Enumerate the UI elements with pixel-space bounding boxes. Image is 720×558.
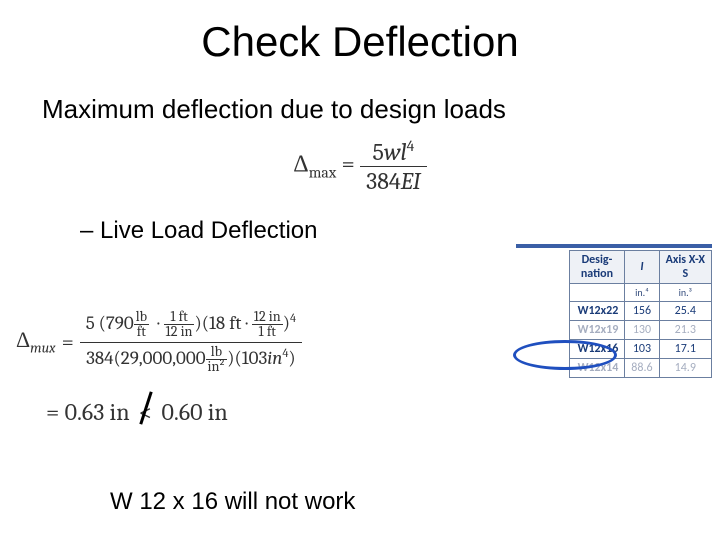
conclusion-text: W 12 x 16 will not work: [110, 488, 355, 516]
den-coeff: 384: [366, 167, 401, 195]
item-heading-live-load: – Live Load Deflection: [80, 217, 720, 245]
th-S: Axis X-X S: [659, 251, 711, 284]
den-var: EI: [401, 167, 421, 195]
computed-deflection: 0.63 in: [65, 398, 130, 426]
table-body: W12x2215625.4W12x1913021.3W12x1610317.1W…: [569, 302, 711, 378]
page-title: Check Deflection: [0, 18, 720, 66]
result-comparison: = 0.63 in < 0.60 in: [46, 398, 516, 426]
cell-designation: W12x14: [569, 359, 625, 378]
unit-blank: [569, 284, 625, 302]
cell-I: 88.6: [625, 359, 659, 378]
load-value: 790: [106, 312, 134, 334]
I-unit: in: [267, 347, 282, 369]
allowable-deflection: 0.60 in: [161, 398, 227, 426]
conv2-den: 1 ft: [252, 325, 283, 339]
moment-I: 103: [242, 347, 267, 369]
calc-delta-sub: mux: [30, 340, 55, 357]
cell-S: 21.3: [659, 321, 711, 340]
conv1-den: 12 in: [164, 325, 195, 339]
cell-S: 17.1: [659, 340, 711, 359]
unit-S: in.³: [659, 284, 711, 302]
section-properties-table: Desig- nation I Axis X-X S in.⁴ in.³ W12…: [569, 250, 712, 378]
table-top-accent: [516, 244, 712, 248]
th-I: I: [625, 251, 659, 284]
cell-I: 156: [625, 302, 659, 321]
num-exp: 4: [407, 137, 415, 155]
cell-I: 103: [625, 340, 659, 359]
table-row: W12x1610317.1: [569, 340, 711, 359]
num-coeff: 5: [373, 138, 384, 166]
deflection-calculation: Δmux = 5 (790lbft · 1 ft12 in)(18 ft · 1…: [16, 308, 516, 426]
cell-S: 14.9: [659, 359, 711, 378]
cell-I: 130: [625, 321, 659, 340]
th-designation: Desig- nation: [569, 251, 625, 284]
equals-sign: =: [342, 150, 361, 178]
delta-subscript: max: [309, 164, 337, 182]
unit-I: in.⁴: [625, 284, 659, 302]
cell-designation: W12x16: [569, 340, 625, 359]
span-value: 18 ft: [209, 312, 241, 334]
cell-designation: W12x19: [569, 321, 625, 340]
cell-S: 25.4: [659, 302, 711, 321]
I-exp: 4: [282, 346, 288, 360]
table-row: W12x2215625.4: [569, 302, 711, 321]
formula-max-deflection: Δmax = 5wl4 384EI: [0, 137, 720, 195]
E-unit-den: in²: [206, 360, 228, 374]
calc-num-coeff: 5: [86, 312, 95, 334]
calc-equals: =: [62, 329, 74, 355]
calc-delta: Δ: [16, 327, 30, 353]
delta-symbol: Δ: [293, 150, 308, 178]
not-less-than-icon: <: [135, 398, 156, 426]
table-row: W12x1913021.3: [569, 321, 711, 340]
table-row: W12x1488.614.9: [569, 359, 711, 378]
modulus-E: 29,000,000: [121, 347, 206, 369]
calc-den-coeff: 384: [86, 347, 113, 369]
load-unit-den: ft: [134, 325, 149, 339]
subtitle: Maximum deflection due to design loads: [42, 94, 720, 125]
num-var: wl: [384, 138, 407, 166]
cell-designation: W12x22: [569, 302, 625, 321]
span-exp: 4: [290, 312, 296, 326]
